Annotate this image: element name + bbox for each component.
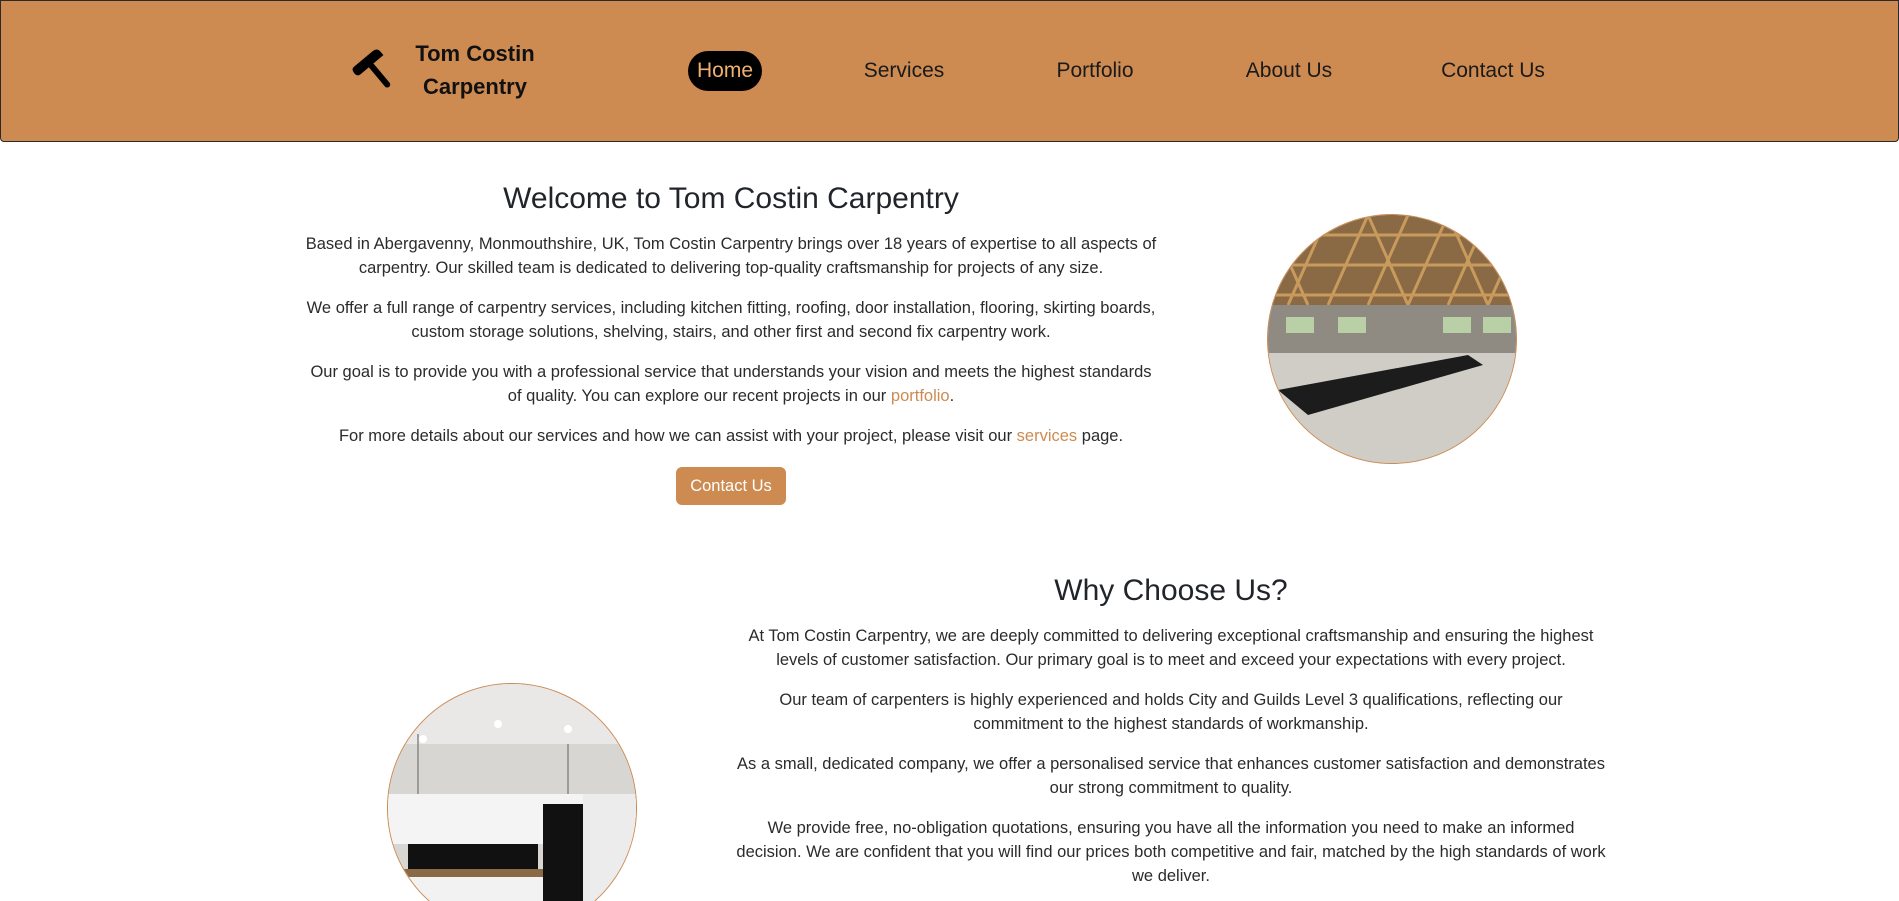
nav-contact-us[interactable]: Contact Us [1437, 51, 1549, 91]
welcome-paragraph-3: Our goal is to provide you with a profes… [305, 360, 1157, 408]
brand-name-line2: Carpentry [423, 74, 527, 99]
welcome-paragraph-4-end: page. [1077, 427, 1124, 445]
why-paragraph-1: At Tom Costin Carpentry, we are deeply c… [748, 627, 1594, 669]
hammer-icon [352, 49, 391, 88]
brand-name-line1: Tom Costin [415, 41, 535, 66]
welcome-paragraph-4: For more details about our services and … [305, 424, 1157, 448]
nav-home[interactable]: Home [688, 51, 762, 91]
why-title: Why Choose Us? [1054, 574, 1288, 607]
services-link[interactable]: services [1017, 427, 1078, 445]
welcome-paragraph-4-text: For more details about our services and … [338, 427, 1017, 445]
site-header: Tom Costin Carpentry Home Services Portf… [0, 0, 1899, 142]
nav-services[interactable]: Services [861, 51, 947, 91]
why-paragraph-3: As a small, dedicated company, we offer … [737, 755, 1605, 797]
welcome-paragraph-1: Based in Abergavenny, Monmouthshire, UK,… [305, 235, 1157, 277]
portfolio-link[interactable]: portfolio [891, 387, 950, 405]
brand[interactable]: Tom Costin Carpentry [351, 35, 535, 105]
why-choose-us-section: Why Choose Us? At Tom Costin Carpentry, … [735, 570, 1607, 901]
contact-us-button[interactable]: Contact Us [676, 467, 786, 505]
welcome-paragraph-3-end: . [949, 387, 955, 405]
welcome-paragraph-3-text: Our goal is to provide you with a profes… [310, 363, 1152, 405]
kitchen-project-image [387, 683, 637, 901]
nav-about-us[interactable]: About Us [1241, 51, 1337, 91]
why-paragraph-2: Our team of carpenters is highly experie… [779, 691, 1563, 733]
brand-name: Tom Costin Carpentry [415, 37, 535, 103]
roof-project-image [1267, 214, 1517, 464]
welcome-paragraph-2: We offer a full range of carpentry servi… [306, 299, 1156, 341]
welcome-title: Welcome to Tom Costin Carpentry [503, 182, 959, 215]
why-paragraph-4: We provide free, no-obligation quotation… [736, 819, 1606, 885]
nav-portfolio[interactable]: Portfolio [1051, 51, 1139, 91]
welcome-section: Welcome to Tom Costin Carpentry Based in… [305, 178, 1157, 505]
